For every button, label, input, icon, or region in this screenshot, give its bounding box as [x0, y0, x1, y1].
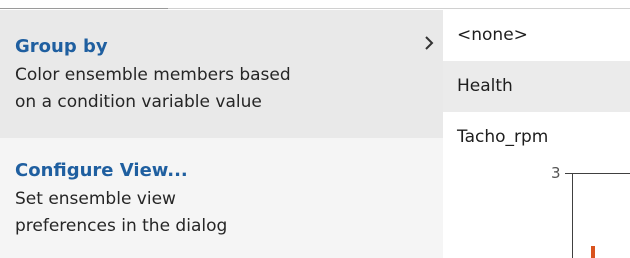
- menu-item-description-line: on a condition variable value: [15, 92, 262, 112]
- menu-item-description: Color ensemble members based on a condit…: [15, 62, 291, 116]
- menu-item-group-by[interactable]: Group by Color ensemble members based on…: [0, 10, 443, 138]
- y-tick-mark: [565, 173, 572, 174]
- submenu-item-tacho-rpm[interactable]: Tacho_rpm: [443, 112, 630, 163]
- data-line-segment: [591, 246, 595, 258]
- y-tick-label: 3: [551, 164, 561, 182]
- ensemble-plot-fragment: 3: [443, 163, 630, 258]
- menu-item-description-line: Color ensemble members based: [15, 65, 291, 85]
- plot-axes: [572, 173, 630, 258]
- menu-item-description-line: Set ensemble view: [15, 189, 176, 209]
- submenu-item-health[interactable]: Health: [443, 61, 630, 112]
- menu-item-configure-view[interactable]: Configure View... Set ensemble view pref…: [0, 138, 443, 258]
- submenu-item-none[interactable]: <none>: [443, 10, 630, 61]
- menu-item-description-line: preferences in the dialog: [15, 216, 228, 236]
- top-strip: [0, 0, 630, 10]
- group-by-submenu: <none> Health Tacho_rpm: [443, 10, 630, 163]
- menu-item-title: Group by: [15, 36, 108, 57]
- chevron-right-icon: [425, 36, 434, 50]
- toolstrip-divider-light: [168, 8, 630, 9]
- menu-item-description: Set ensemble view preferences in the dia…: [15, 186, 227, 240]
- toolstrip-divider: [0, 8, 168, 9]
- menu-item-title: Configure View...: [15, 160, 188, 181]
- context-menu: Group by Color ensemble members based on…: [0, 10, 443, 258]
